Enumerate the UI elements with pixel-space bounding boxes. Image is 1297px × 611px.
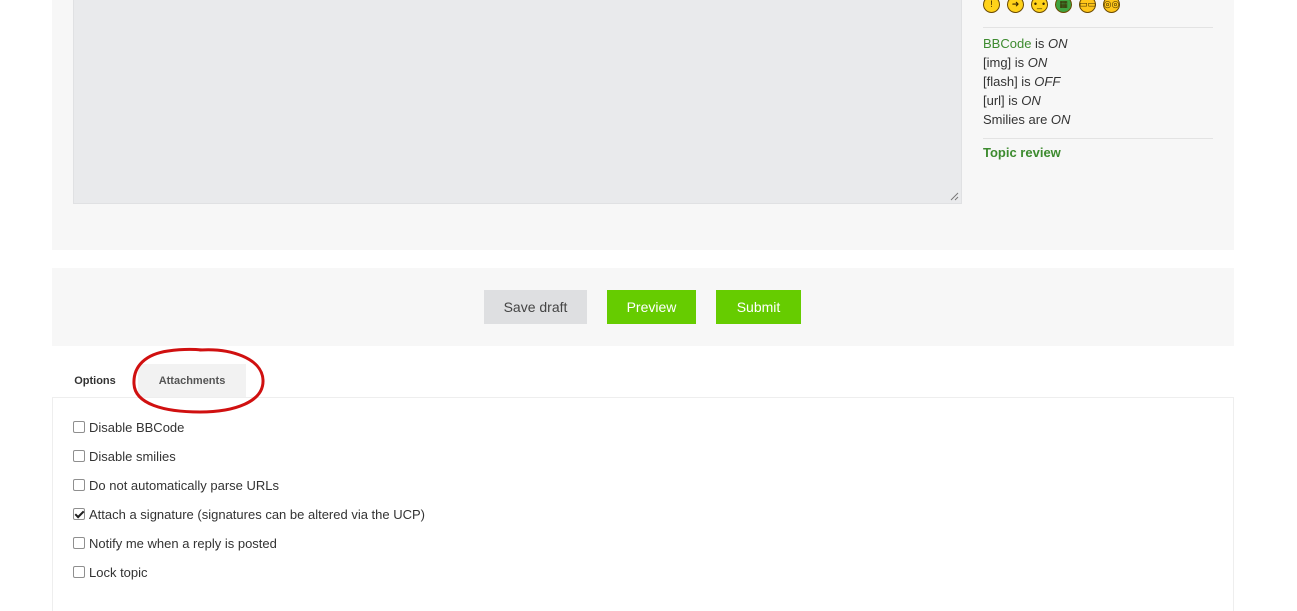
arrow-smiley-icon[interactable]: ➜: [1007, 0, 1024, 13]
glasses-smiley-icon[interactable]: ◎◎: [1103, 0, 1120, 13]
bbcode-status: BBCode is ON: [983, 34, 1070, 53]
url-status: [url] is ON: [983, 91, 1070, 110]
option-checkbox[interactable]: [73, 566, 85, 578]
topic-review-link[interactable]: Topic review: [983, 145, 1061, 161]
option-row[interactable]: Lock topic: [73, 563, 148, 581]
option-label: Disable smilies: [89, 448, 176, 464]
img-state: ON: [1027, 55, 1048, 70]
neutral-smiley-icon[interactable]: •_•: [1031, 0, 1048, 13]
option-checkbox[interactable]: [73, 479, 85, 491]
smilies-status-text: Smilies are: [983, 112, 1051, 127]
cool-smiley-icon[interactable]: ▭▭: [1079, 0, 1096, 13]
option-label: Lock topic: [89, 564, 148, 580]
message-textarea[interactable]: [73, 0, 962, 204]
submit-button[interactable]: Submit: [716, 290, 801, 324]
option-row[interactable]: Disable BBCode: [73, 418, 184, 436]
tab-options[interactable]: Options: [52, 364, 138, 398]
idea-smiley-icon[interactable]: !: [983, 0, 1000, 13]
img-status-text: [img] is: [983, 55, 1028, 70]
url-status-text: [url] is: [983, 93, 1022, 108]
option-checkbox[interactable]: [73, 421, 85, 433]
option-row[interactable]: Do not automatically parse URLs: [73, 476, 279, 494]
option-label: Do not automatically parse URLs: [89, 477, 280, 493]
options-panel: [52, 397, 1234, 611]
smilies-box: ! ➜ •_• ▦ ▭▭ ◎◎: [983, 0, 1120, 16]
bbcode-state: ON: [1048, 36, 1068, 51]
tab-attachments[interactable]: Attachments: [138, 364, 246, 398]
option-checkbox[interactable]: [73, 537, 85, 549]
img-status: [img] is ON: [983, 53, 1070, 72]
smilies-state: ON: [1050, 112, 1071, 127]
url-state: ON: [1021, 93, 1041, 108]
flash-state: OFF: [1034, 74, 1061, 89]
divider: [983, 27, 1213, 28]
green-grin-smiley-icon[interactable]: ▦: [1055, 0, 1072, 13]
bbcode-status-list: BBCode is ON [img] is ON [flash] is OFF …: [983, 34, 1070, 129]
flash-status: [flash] is OFF: [983, 72, 1070, 91]
save-draft-button[interactable]: Save draft: [484, 290, 587, 324]
option-row[interactable]: Disable smilies: [73, 447, 176, 465]
bbcode-help-link[interactable]: BBCode: [983, 36, 1031, 51]
option-row[interactable]: Attach a signature (signatures can be al…: [73, 505, 425, 523]
flash-status-text: [flash] is: [983, 74, 1035, 89]
option-checkbox[interactable]: [73, 508, 85, 520]
option-label: Attach a signature (signatures can be al…: [89, 506, 426, 522]
preview-button[interactable]: Preview: [607, 290, 696, 324]
option-row[interactable]: Notify me when a reply is posted: [73, 534, 277, 552]
resize-handle-icon[interactable]: [950, 192, 959, 201]
smilies-status: Smilies are ON: [983, 110, 1070, 129]
option-checkbox[interactable]: [73, 450, 85, 462]
option-label: Notify me when a reply is posted: [89, 535, 277, 551]
divider: [983, 138, 1213, 139]
option-label: Disable BBCode: [89, 419, 185, 435]
bbcode-status-text: is: [1031, 36, 1049, 51]
